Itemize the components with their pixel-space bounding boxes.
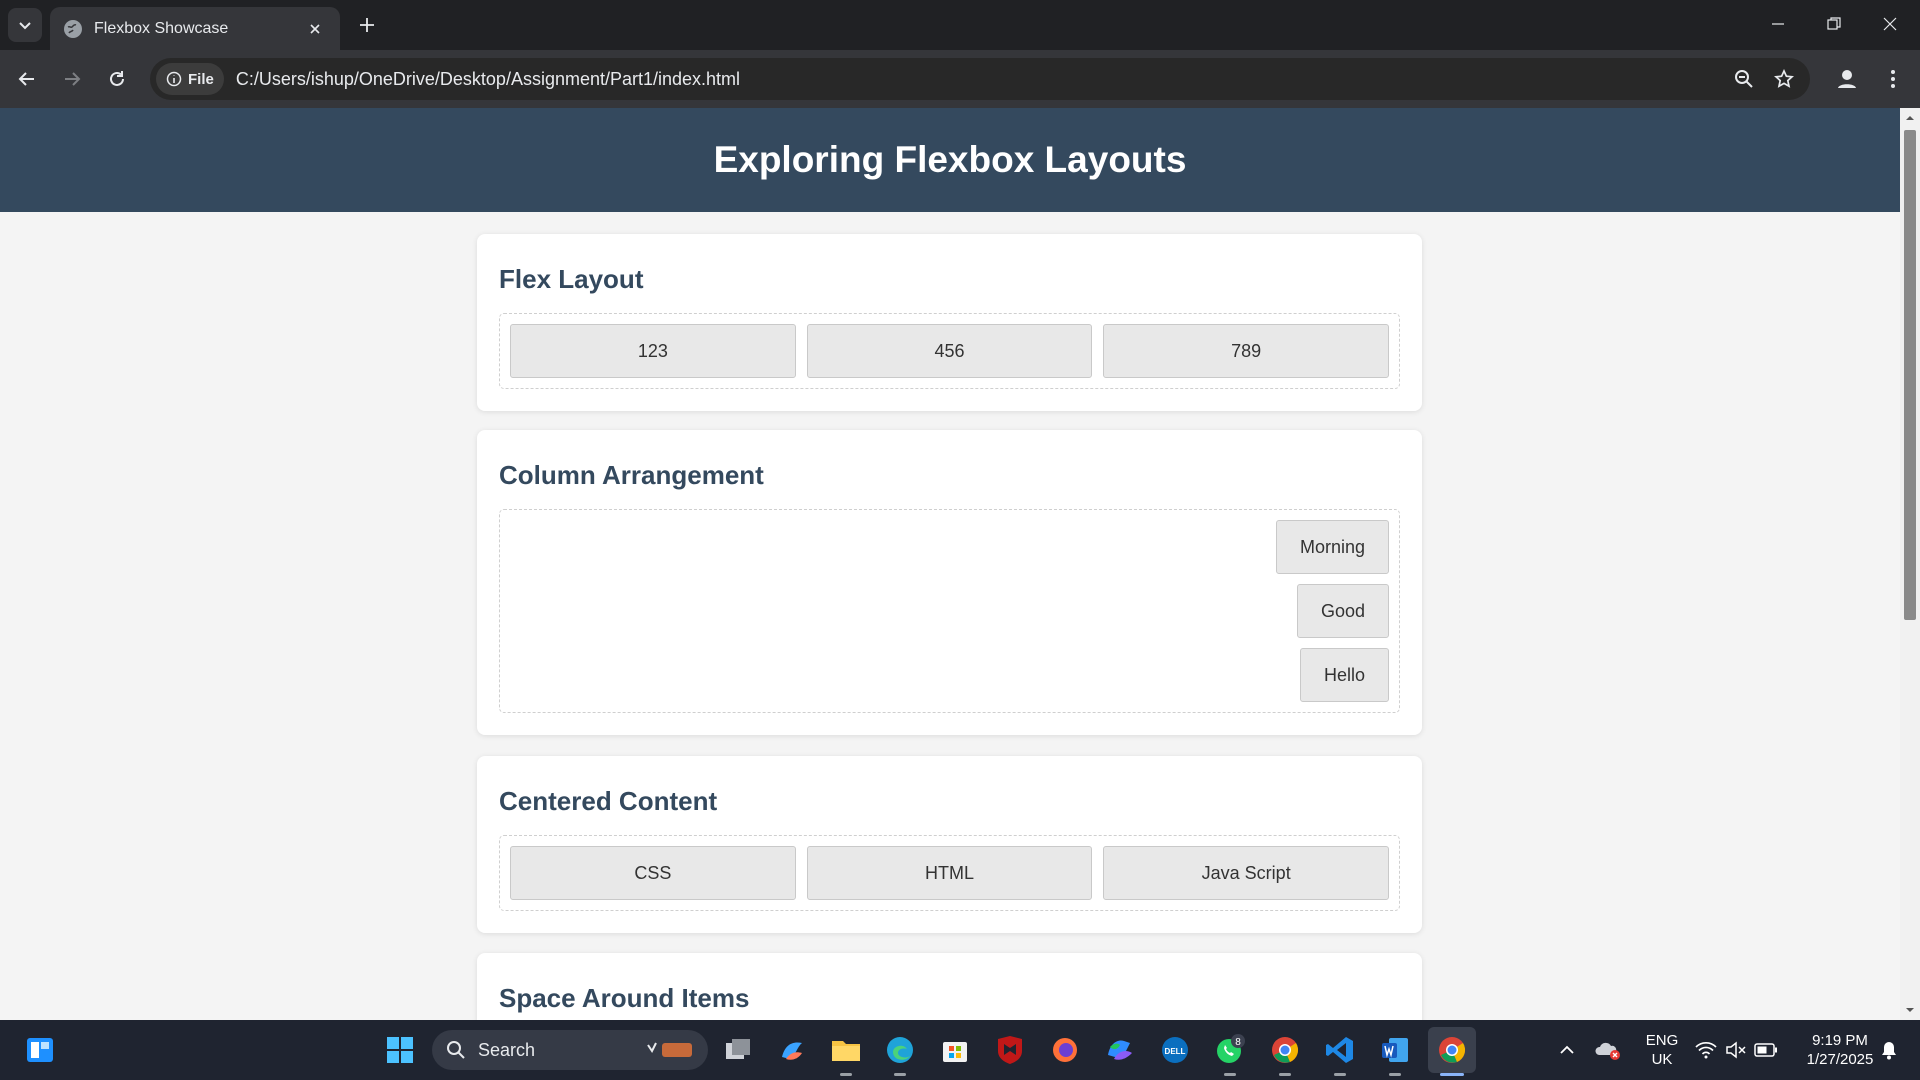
- file-chip-label: File: [188, 70, 214, 88]
- flex-item: 456: [806, 324, 1093, 378]
- chrome-active-icon[interactable]: [1428, 1027, 1476, 1073]
- task-view-icon[interactable]: [718, 1030, 758, 1070]
- flex-container: CSS HTML Java Script: [499, 835, 1400, 911]
- chrome-icon[interactable]: [1265, 1030, 1305, 1070]
- svg-text:DELL: DELL: [1165, 1047, 1186, 1056]
- battery-icon[interactable]: [1752, 1030, 1780, 1070]
- more-menu-icon[interactable]: [1876, 62, 1910, 96]
- flex-item: HTML: [806, 846, 1093, 900]
- section-centered-content: Centered Content CSS HTML Java Script: [477, 756, 1422, 933]
- running-indicator: [1389, 1073, 1401, 1076]
- section-column-arrangement: Column Arrangement Morning Good Hello: [477, 430, 1422, 735]
- section-heading: Space Around Items: [499, 983, 750, 1013]
- site-info-chip[interactable]: File: [156, 63, 224, 95]
- mcafee-icon[interactable]: [990, 1030, 1030, 1070]
- wifi-icon[interactable]: [1692, 1030, 1720, 1070]
- word-icon[interactable]: [1375, 1030, 1415, 1070]
- tab-title: Flexbox Showcase: [94, 19, 229, 37]
- microsoft-365-icon[interactable]: [1100, 1030, 1140, 1070]
- whatsapp-badge: 8: [1235, 1037, 1241, 1048]
- column-item: Hello: [1299, 648, 1389, 702]
- onedrive-error-icon[interactable]: [1592, 1030, 1624, 1070]
- bookmark-star-icon[interactable]: [1770, 65, 1798, 93]
- copilot-icon[interactable]: [772, 1030, 812, 1070]
- back-arrow-icon[interactable]: [10, 62, 44, 96]
- edge-icon[interactable]: [880, 1030, 920, 1070]
- scroll-down-arrow-icon[interactable]: [1905, 1005, 1915, 1015]
- speaker-muted-icon[interactable]: [1722, 1030, 1750, 1070]
- windows-start-icon[interactable]: [380, 1030, 420, 1070]
- browser-toolbar: File C:/Users/ishup/OneDrive/Desktop/Ass…: [0, 50, 1920, 108]
- page-title: Exploring Flexbox Layouts: [713, 139, 1187, 180]
- dell-icon[interactable]: DELL: [1155, 1030, 1195, 1070]
- section-heading: Column Arrangement: [499, 460, 764, 490]
- column-container: Morning Good Hello: [499, 509, 1400, 713]
- info-icon: [166, 71, 182, 87]
- flex-item: Java Script: [1103, 846, 1390, 900]
- page-scrollbar[interactable]: [1900, 108, 1920, 1020]
- reload-icon[interactable]: [100, 62, 134, 96]
- page-viewport: Exploring Flexbox Layouts Flex Layout 12…: [0, 108, 1900, 1020]
- tab-search-button[interactable]: [8, 8, 42, 42]
- running-indicator: [1334, 1073, 1346, 1076]
- running-indicator: [1224, 1073, 1236, 1076]
- chevron-up-icon[interactable]: [1552, 1030, 1582, 1070]
- chevron-down-icon: [19, 22, 31, 30]
- widgets-icon[interactable]: [20, 1030, 60, 1070]
- language-indicator[interactable]: ENG UK: [1640, 1031, 1684, 1069]
- search-icon: [447, 1041, 465, 1059]
- forward-arrow-icon[interactable]: [55, 62, 89, 96]
- scroll-up-arrow-icon[interactable]: [1905, 113, 1915, 123]
- taskbar-search-box[interactable]: Search: [432, 1030, 708, 1070]
- running-indicator: [894, 1073, 906, 1076]
- active-indicator: [1440, 1073, 1464, 1076]
- notification-bell-icon[interactable]: [1874, 1030, 1904, 1070]
- column-item: Morning: [1275, 520, 1389, 574]
- zoom-icon[interactable]: [1730, 65, 1758, 93]
- flex-item: 789: [1103, 324, 1390, 378]
- page-header: Exploring Flexbox Layouts: [0, 108, 1900, 212]
- scroll-thumb[interactable]: [1904, 130, 1916, 620]
- whatsapp-icon[interactable]: 8: [1210, 1030, 1250, 1070]
- running-indicator: [1279, 1073, 1291, 1076]
- vscode-icon[interactable]: [1320, 1030, 1360, 1070]
- language-line2: UK: [1651, 1051, 1673, 1068]
- browser-tab[interactable]: Flexbox Showcase: [50, 7, 340, 50]
- globe-icon: [64, 19, 82, 38]
- section-space-around: Space Around Items: [477, 953, 1422, 1020]
- microsoft-store-icon[interactable]: [935, 1030, 975, 1070]
- section-heading: Flex Layout: [499, 264, 644, 294]
- new-tab-plus-icon[interactable]: [352, 10, 382, 40]
- url-text[interactable]: C:/Users/ishup/OneDrive/Desktop/Assignme…: [236, 69, 740, 90]
- file-explorer-icon[interactable]: [826, 1030, 866, 1070]
- tab-close-icon[interactable]: [304, 18, 326, 40]
- running-indicator: [840, 1073, 852, 1076]
- column-item: Good: [1296, 584, 1389, 638]
- search-label: Search: [478, 1039, 536, 1060]
- windows-taskbar: Search DELL 8 ENG UK 9:19 PM 1/27/2025: [0, 1020, 1920, 1080]
- firefox-icon[interactable]: [1045, 1030, 1085, 1070]
- flex-item: 123: [510, 324, 796, 378]
- search-highlight-icon: [647, 1042, 692, 1057]
- address-bar[interactable]: File C:/Users/ishup/OneDrive/Desktop/Ass…: [150, 58, 1810, 100]
- section-flex-layout: Flex Layout 123 456 789: [477, 234, 1422, 411]
- section-heading: Centered Content: [499, 786, 718, 816]
- language-line1: ENG: [1645, 1032, 1679, 1049]
- flex-container: 123 456 789: [499, 313, 1400, 389]
- minimize-icon[interactable]: [1750, 0, 1806, 48]
- profile-avatar-icon[interactable]: [1830, 62, 1864, 96]
- browser-tab-bar: Flexbox Showcase: [0, 0, 1920, 50]
- restore-icon[interactable]: [1806, 0, 1862, 48]
- flex-item: CSS: [510, 846, 796, 900]
- close-window-icon[interactable]: [1862, 0, 1918, 48]
